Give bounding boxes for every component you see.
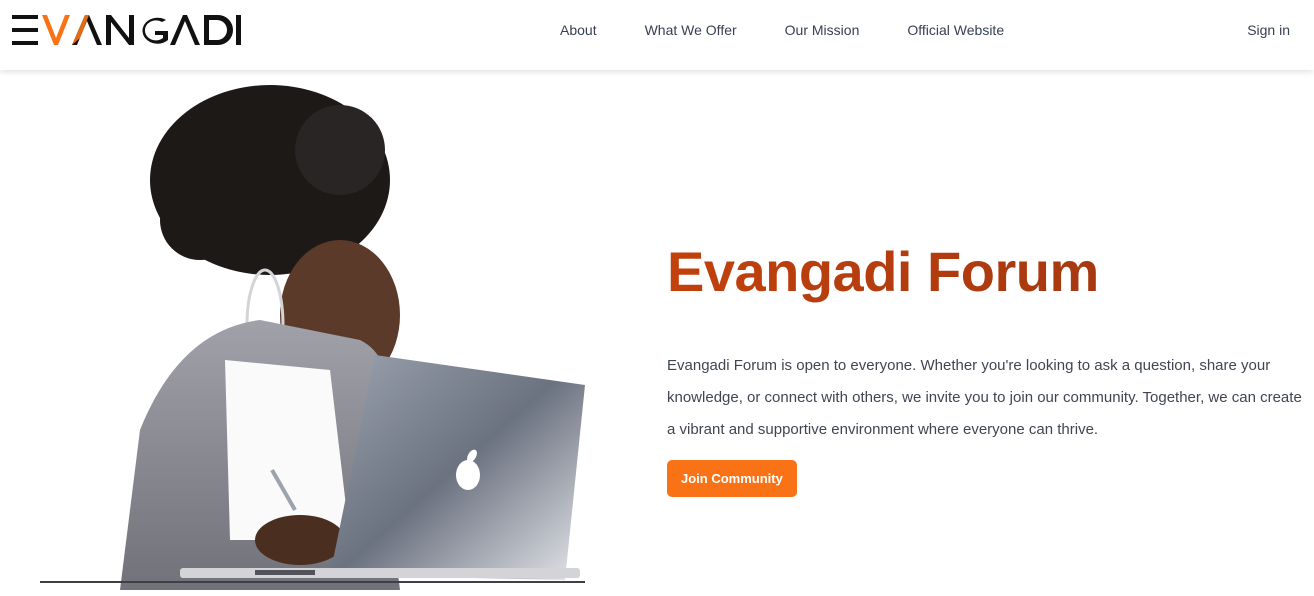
woman-with-laptop-illustration xyxy=(40,85,585,590)
evangadi-logo[interactable] xyxy=(10,12,242,48)
join-community-button[interactable]: Join Community xyxy=(667,460,797,497)
top-navbar: About What We Offer Our Mission Official… xyxy=(0,0,1314,70)
hero-description: Evangadi Forum is open to everyone. Whet… xyxy=(667,357,1302,438)
nav-what-we-offer[interactable]: What We Offer xyxy=(645,21,737,39)
hero-title: Evangadi Forum xyxy=(667,240,1307,304)
sign-in-link[interactable]: Sign in xyxy=(1247,21,1290,39)
nav-our-mission[interactable]: Our Mission xyxy=(785,21,860,39)
nav-about[interactable]: About xyxy=(560,21,597,39)
main-nav: About What We Offer Our Mission Official… xyxy=(560,21,1052,39)
nav-official-website[interactable]: Official Website xyxy=(907,21,1004,39)
hero-section: Evangadi Forum Evangadi Forum is open to… xyxy=(0,70,1314,596)
hero-content: Evangadi Forum Evangadi Forum is open to… xyxy=(667,240,1307,497)
